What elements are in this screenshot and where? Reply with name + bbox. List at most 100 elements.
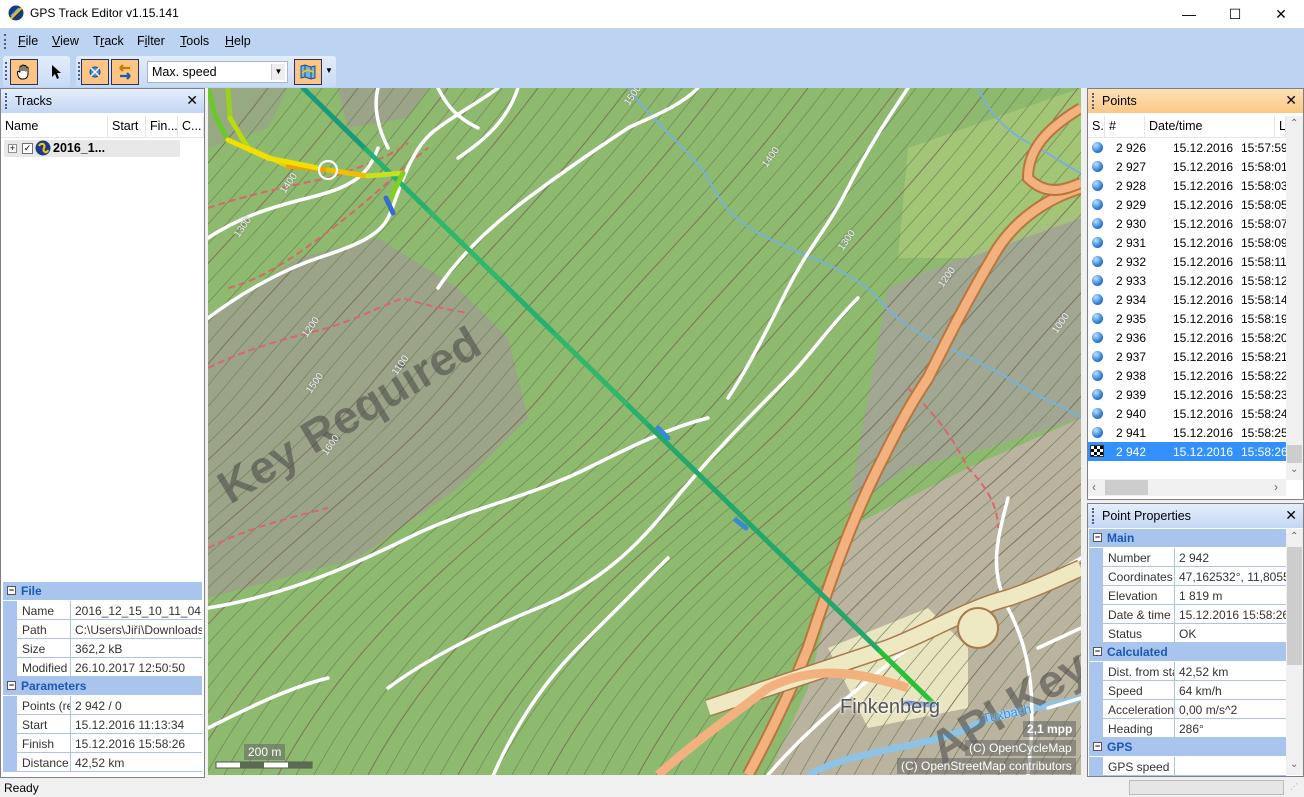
property-value[interactable]: 2 942 / 0 [71,696,202,715]
column-header-number[interactable]: # [1105,116,1145,138]
map-view[interactable]: Key Required API Key Finkenberg Tuxbach … [208,88,1081,775]
property-value[interactable]: 26.10.2017 12:50:50 [71,658,202,677]
property-row[interactable]: Number 2 942 [1089,548,1286,567]
property-value[interactable]: 42,52 km [1175,662,1286,681]
property-row[interactable]: Size 362,2 kB [3,639,202,658]
property-row[interactable]: Acceleration 0,00 m/s^2 [1089,700,1286,719]
property-value[interactable]: 47,162532°, 11,805580 [1175,567,1286,586]
property-row[interactable]: Path C:\Users\Jiří\Downloads\ [3,620,202,639]
scroll-down-icon[interactable]: ⌄ [1290,759,1298,770]
property-value[interactable]: 2016_12_15_10_11_04.gpx [71,601,202,620]
toolbar-grip[interactable] [5,62,7,80]
scroll-up-icon[interactable]: ⌃ [1290,531,1298,542]
category-file[interactable]: − File [3,582,202,600]
panel-grip[interactable] [1092,93,1094,109]
point-row[interactable]: 2 938 15.12.2016 15:58:22 [1088,366,1288,385]
scroll-thumb[interactable] [1287,445,1302,463]
collapse-icon[interactable]: − [1093,647,1102,656]
property-value[interactable]: 15.12.2016 15:58:26 [71,734,202,753]
property-row[interactable]: Points (re 2 942 / 0 [3,696,202,715]
close-icon[interactable]: ✕ [186,92,198,109]
point-row[interactable]: 2 933 15.12.2016 15:58:12 [1088,271,1288,290]
property-value[interactable]: 286° [1175,719,1286,738]
property-row[interactable]: Status OK [1089,624,1286,643]
menu-track[interactable]: Track [93,34,124,48]
property-row[interactable]: Date & time 15.12.2016 15:58:26 [1089,605,1286,624]
point-row[interactable]: 2 934 15.12.2016 15:58:14 [1088,290,1288,309]
panel-grip[interactable] [1092,508,1094,524]
property-row[interactable]: Coordinates47,162532°, 11,805580 [1089,567,1286,586]
scroll-thumb-horizontal[interactable] [1105,480,1148,495]
point-row[interactable]: 2 939 15.12.2016 15:58:23 [1088,385,1288,404]
scroll-left-icon[interactable]: ‹ [1092,480,1096,494]
menu-file[interactable]: File [18,34,38,48]
expand-icon[interactable]: + [8,144,17,153]
property-row[interactable]: Finish 15.12.2016 15:58:26 [3,734,202,753]
panel-grip[interactable] [5,93,7,109]
point-row[interactable]: 2 929 15.12.2016 15:58:05 [1088,195,1288,214]
point-row[interactable]: 2 942 15.12.2016 15:58:26 [1088,442,1288,461]
column-header-datetime[interactable]: Date/time [1145,116,1275,138]
point-row[interactable]: 2 941 15.12.2016 15:58:25 [1088,423,1288,442]
map-source-dropdown-icon[interactable]: ▼ [325,66,333,75]
category-parameters[interactable]: − Parameters [3,677,202,695]
property-value[interactable]: C:\Users\Jiří\Downloads\ [71,620,202,639]
minimize-button[interactable]: — [1166,0,1212,28]
menu-help[interactable]: Help [225,34,251,48]
properties-vertical-scrollbar[interactable]: ⌃ ⌄ [1286,529,1303,775]
menu-grip[interactable] [4,34,6,49]
track-segment[interactable] [365,170,406,179]
delete-points-button[interactable] [81,59,109,85]
property-value[interactable] [1175,757,1286,776]
point-row[interactable]: 2 932 15.12.2016 15:58:11 [1088,252,1287,271]
point-row[interactable]: 2 936 15.12.2016 15:58:20 [1088,328,1288,347]
column-header-start[interactable]: Start [108,116,146,138]
track-visible-checkbox[interactable]: ✓ [22,143,33,154]
color-mode-select[interactable]: Max. speed ▼ [147,61,288,83]
point-row[interactable]: 2 927 15.12.2016 15:58:01 [1088,157,1288,176]
map-source-button[interactable] [294,59,322,85]
property-value[interactable]: 2 942 [1175,548,1286,567]
property-row[interactable]: Name2016_12_15_10_11_04.gpx [3,601,202,620]
property-row[interactable]: GPS speed [1089,757,1286,776]
maximize-button[interactable]: ☐ [1212,0,1258,28]
property-row[interactable]: Heading 286° [1089,719,1286,738]
scroll-down-icon[interactable]: ⌄ [1290,464,1298,475]
points-horizontal-scrollbar[interactable]: ‹ › [1088,479,1286,496]
property-value[interactable]: 64 km/h [1175,681,1286,700]
property-row[interactable]: Modified 26.10.2017 12:50:50 [3,658,202,677]
property-value[interactable]: OK [1175,624,1286,643]
menu-filter[interactable]: Filter [137,34,165,48]
property-value[interactable]: 42,52 km [71,753,202,772]
close-icon[interactable]: ✕ [1285,92,1297,109]
column-header-finish[interactable]: Fin... [146,116,178,138]
collapse-icon[interactable]: − [1093,533,1102,542]
scroll-up-icon[interactable]: ⌃ [1290,118,1298,129]
close-button[interactable]: ✕ [1258,0,1304,28]
point-row[interactable]: 2 931 15.12.2016 15:58:09 [1088,233,1288,252]
toolbar-grip-2[interactable] [78,62,80,80]
point-row[interactable]: 2 926 15.12.2016 15:57:59 [1088,138,1288,157]
property-row[interactable]: Dist. from sta 42,52 km [1089,662,1286,681]
property-value[interactable]: 1 819 m [1175,586,1286,605]
select-tool-button[interactable] [42,59,70,85]
property-value[interactable]: 15.12.2016 11:13:34 [71,715,202,734]
menu-tools[interactable]: Tools [180,34,209,48]
property-row[interactable]: Speed 64 km/h [1089,681,1286,700]
collapse-icon[interactable]: − [1093,742,1102,751]
point-row[interactable]: 2 940 15.12.2016 15:58:24 [1088,404,1288,423]
property-value[interactable]: 0,00 m/s^2 [1175,700,1286,719]
category-gps[interactable]: − GPS [1089,738,1286,756]
property-row[interactable]: Distance 42,52 km [3,753,202,772]
pan-tool-button[interactable] [10,59,38,85]
track-list-item[interactable]: + ✓ 2016_1... [4,140,180,157]
column-header-status[interactable]: S.. [1088,116,1105,138]
point-row[interactable]: 2 937 15.12.2016 15:58:21 [1088,347,1288,366]
point-row[interactable]: 2 930 15.12.2016 15:58:07 [1088,214,1288,233]
point-row[interactable]: 2 928 15.12.2016 15:58:03 [1088,176,1288,195]
points-vertical-scrollbar[interactable]: ⌃ ⌄ [1286,116,1303,480]
track-segment[interactable] [225,88,233,121]
property-row[interactable]: Elevation 1 819 m [1089,586,1286,605]
collapse-icon[interactable]: − [7,586,16,595]
property-value[interactable]: 362,2 kB [71,639,202,658]
